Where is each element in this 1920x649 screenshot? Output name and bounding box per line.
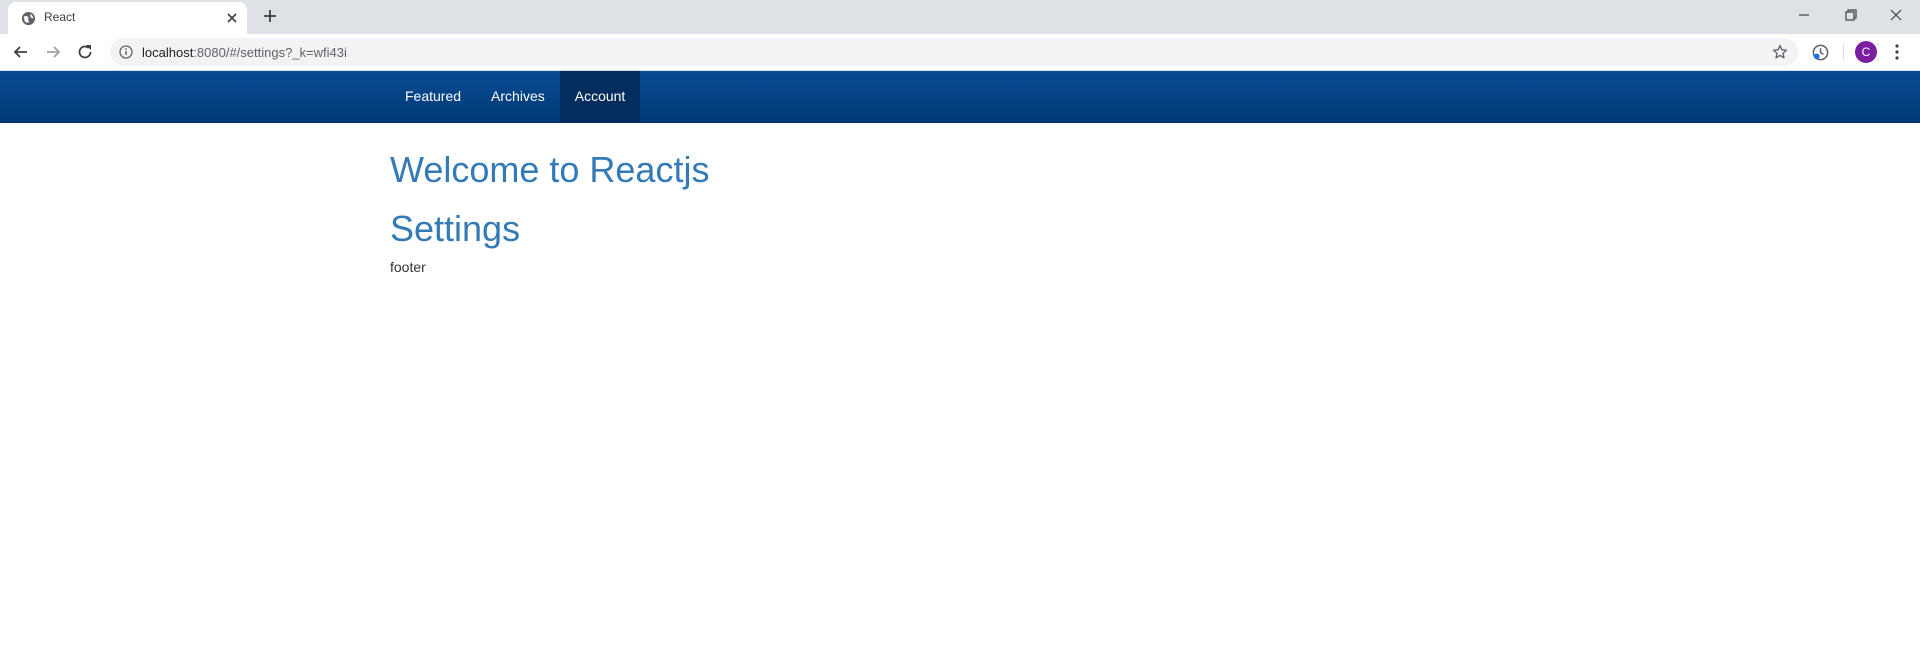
nav-links: Featured Archives Account <box>390 71 641 122</box>
profile-avatar[interactable]: C <box>1855 41 1877 63</box>
browser-tab[interactable]: React <box>8 2 247 34</box>
star-icon[interactable] <box>1772 44 1788 60</box>
browser-toolbar: localhost:8080/#/settings?_k=wfi43i C <box>0 34 1920 71</box>
close-icon[interactable] <box>226 12 238 24</box>
main-content: Welcome to Reactjs Settings footer <box>390 148 710 275</box>
nav-item-featured[interactable]: Featured <box>390 71 476 122</box>
browser-titlebar: React <box>0 0 1920 34</box>
nav-item-account[interactable]: Account <box>559 71 641 122</box>
url-path: :8080/#/settings?_k=wfi43i <box>193 45 347 60</box>
url-text: localhost:8080/#/settings?_k=wfi43i <box>142 45 347 60</box>
restore-icon[interactable] <box>1843 7 1859 23</box>
nav-item-archives[interactable]: Archives <box>476 71 560 122</box>
site-navbar: Featured Archives Account <box>0 71 1920 123</box>
back-icon[interactable] <box>11 42 31 62</box>
menu-dots-icon[interactable] <box>1889 43 1905 61</box>
url-host: localhost <box>142 45 194 60</box>
minimize-icon[interactable] <box>1796 7 1812 23</box>
page-subtitle: Settings <box>390 208 521 249</box>
close-window-icon[interactable] <box>1888 7 1904 23</box>
info-icon[interactable] <box>119 45 133 59</box>
page-title: Welcome to Reactjs <box>390 149 710 190</box>
address-bar[interactable]: localhost:8080/#/settings?_k=wfi43i <box>110 38 1798 66</box>
page-footer: footer <box>390 259 426 275</box>
forward-icon[interactable] <box>43 42 63 62</box>
plus-icon[interactable] <box>262 8 278 24</box>
extension-icon[interactable] <box>1811 43 1830 62</box>
tab-title: React <box>44 10 76 24</box>
toolbar-separator <box>1843 44 1844 60</box>
reload-icon[interactable] <box>75 42 95 62</box>
globe-icon <box>21 11 36 26</box>
